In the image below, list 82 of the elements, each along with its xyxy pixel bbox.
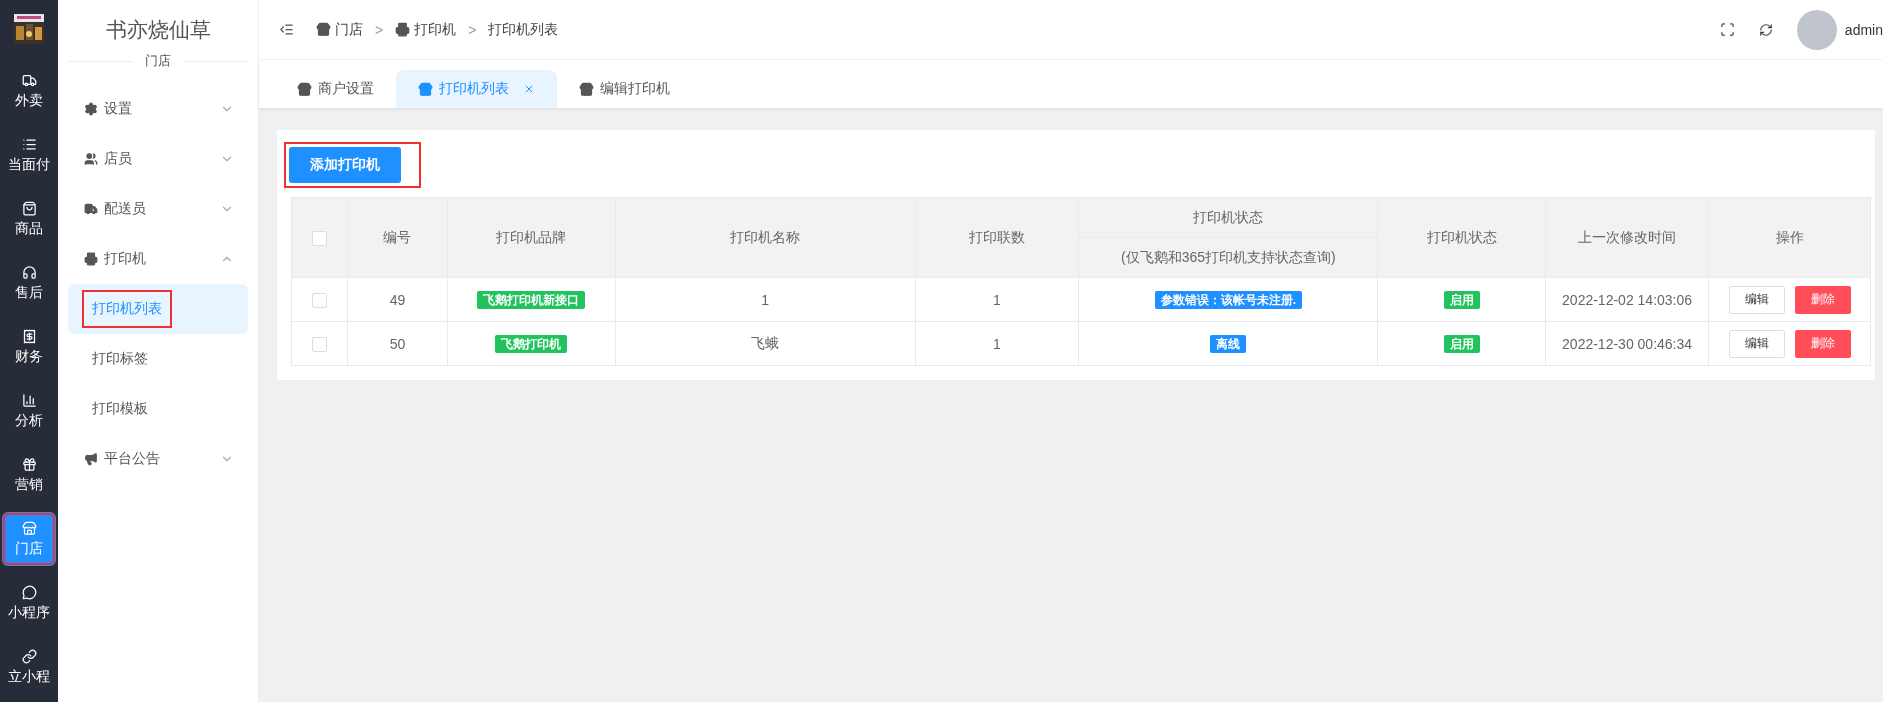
- breadcrumb-item[interactable]: 打印机: [414, 20, 457, 39]
- menu-label: 店员: [104, 150, 133, 168]
- table-cell: 1: [915, 321, 1079, 366]
- menu-group[interactable]: 配送员: [68, 184, 248, 234]
- checkbox[interactable]: [312, 292, 327, 308]
- settings-icon: [84, 102, 98, 116]
- menu-group[interactable]: 平台公告: [68, 434, 248, 484]
- chat-icon: [21, 584, 37, 600]
- menu-label: 平台公告: [104, 450, 161, 468]
- edit-button[interactable]: 编辑: [1728, 285, 1785, 314]
- gift-icon: [21, 456, 37, 472]
- menu-group[interactable]: 打印机: [68, 234, 248, 284]
- column-header: 编号: [347, 197, 448, 278]
- breadcrumb-separator: >: [468, 21, 477, 38]
- column-header: 打印机状态: [1377, 197, 1546, 278]
- tab[interactable]: 编辑打印机: [557, 70, 692, 108]
- user-name[interactable]: admin: [1844, 21, 1883, 38]
- nav-item[interactable]: 小程序: [2, 576, 56, 630]
- status-tag: 离线: [1210, 334, 1247, 353]
- table-cell: 49: [347, 277, 448, 322]
- refresh-icon[interactable]: [1758, 22, 1773, 37]
- avatar[interactable]: [1796, 9, 1837, 50]
- fullscreen-icon[interactable]: [1719, 22, 1735, 37]
- column-header: 打印机品牌: [447, 197, 616, 278]
- submenu-item[interactable]: 打印模板: [68, 384, 248, 434]
- table-cell: 50: [347, 321, 448, 366]
- column-subheader: (仅飞鹅和365打印机支持状态查询): [1078, 237, 1378, 278]
- store-title: 书亦烧仙草: [104, 17, 212, 43]
- link-icon: [21, 648, 37, 664]
- column-header: 上一次修改时间: [1545, 197, 1709, 278]
- table-cell: 2022-12-30 00:46:34: [1545, 321, 1709, 366]
- nav-item[interactable]: 营销: [2, 448, 56, 502]
- printer-icon: [395, 22, 411, 37]
- breadcrumb-item[interactable]: 打印机列表: [488, 20, 559, 39]
- nav-item[interactable]: 当面付: [2, 128, 56, 182]
- menu-label: 配送员: [104, 200, 147, 218]
- edit-button[interactable]: 编辑: [1728, 329, 1785, 358]
- enabled-tag: 启用: [1443, 334, 1480, 353]
- nav-item[interactable]: 立小程: [2, 640, 56, 694]
- brand-tag: 飞鹅打印机新接口: [477, 290, 586, 309]
- enabled-tag: 启用: [1443, 290, 1480, 309]
- nav-item[interactable]: 外卖: [2, 64, 56, 118]
- nav-item[interactable]: 售后: [2, 256, 56, 310]
- brand-tag: 飞鹅打印机: [495, 334, 568, 353]
- submenu-label: 打印标签: [91, 349, 149, 368]
- checkbox[interactable]: [312, 336, 327, 352]
- table-cell: 1: [915, 277, 1079, 322]
- submenu-item[interactable]: 打印标签: [68, 334, 248, 384]
- bar-chart-icon: [21, 392, 37, 408]
- truck-icon: [21, 72, 37, 88]
- bag-icon: [21, 200, 37, 216]
- nav-item[interactable]: 商品: [2, 192, 56, 246]
- table-cell: 1: [615, 277, 916, 322]
- list-icon: [21, 136, 37, 152]
- close-icon[interactable]: [523, 83, 535, 95]
- column-header: 打印机名称: [615, 197, 916, 278]
- users-icon: [84, 152, 98, 166]
- table-cell: 飞蛾: [615, 321, 916, 366]
- submenu-label: 打印模板: [91, 399, 149, 418]
- headphones-icon: [21, 264, 37, 280]
- submenu-label: 打印机列表: [82, 290, 172, 328]
- column-header: 操作: [1708, 197, 1871, 278]
- status-tag: 参数错误：该帐号未注册.: [1154, 290, 1302, 309]
- table-cell: 2022-12-02 14:03:06: [1545, 277, 1709, 322]
- breadcrumb-item[interactable]: 门店: [335, 20, 363, 39]
- truck-icon: [84, 202, 98, 216]
- megaphone-icon: [84, 452, 98, 466]
- receipt-icon: [21, 328, 37, 344]
- menu-label: 设置: [104, 100, 133, 118]
- breadcrumb-separator: >: [375, 21, 384, 38]
- printer-icon: [84, 252, 98, 266]
- section-subtitle: 门店: [145, 52, 171, 70]
- column-header: 打印机状态: [1078, 197, 1378, 238]
- menu-label: 打印机: [104, 250, 147, 268]
- nav-item[interactable]: 分析: [2, 384, 56, 438]
- column-header: 打印联数: [915, 197, 1079, 278]
- nav-item[interactable]: 财务: [2, 320, 56, 374]
- tab[interactable]: 商户设置: [275, 70, 396, 108]
- menu-group[interactable]: 店员: [68, 134, 248, 184]
- collapse-icon[interactable]: [279, 22, 294, 37]
- checkbox[interactable]: [312, 230, 327, 246]
- menu-group[interactable]: 设置: [68, 84, 248, 134]
